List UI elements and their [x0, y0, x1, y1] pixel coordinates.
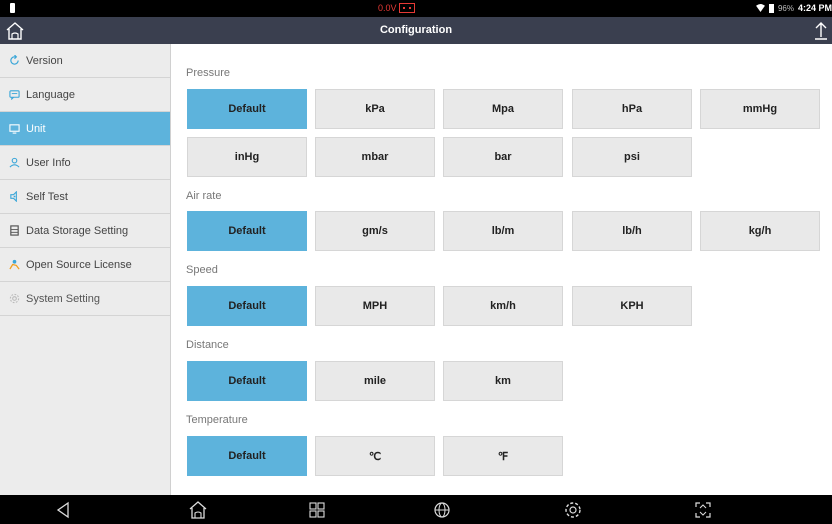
temperature-option-celsius[interactable]: ℃ [315, 436, 435, 476]
clock: 4:24 PM [797, 3, 832, 13]
sidebar-item-unit[interactable]: Unit [0, 112, 170, 146]
sidebar-item-label: User Info [26, 156, 71, 169]
sidebar-item-user-info[interactable]: User Info [0, 146, 170, 180]
screenshot-icon[interactable] [693, 500, 713, 520]
unit-settings-panel: Pressure Default kPa Mpa hPa mmHg inHg m… [171, 44, 832, 495]
status-bar: 0.0V 96% 4:24 PM [0, 0, 832, 17]
chat-icon [8, 89, 20, 101]
battery-percent: 96% [777, 3, 794, 13]
gear-icon [8, 293, 20, 305]
self-test-icon [8, 191, 20, 203]
air-rate-option-kgh[interactable]: kg/h [700, 211, 820, 251]
pressure-option-mmhg[interactable]: mmHg [700, 89, 820, 129]
sidebar-item-label: Version [26, 54, 63, 67]
license-icon [8, 259, 20, 271]
sidebar-item-system-setting[interactable]: System Setting [0, 282, 170, 316]
wifi-icon [756, 4, 765, 12]
distance-option-default[interactable]: Default [187, 361, 307, 401]
pressure-option-kpa[interactable]: kPa [315, 89, 435, 129]
sidebar-item-label: Open Source License [26, 258, 132, 271]
storage-icon [8, 225, 20, 237]
sidebar-item-language[interactable]: Language [0, 78, 170, 112]
temperature-option-fahrenheit[interactable]: ℉ [443, 436, 563, 476]
sidebar-item-label: System Setting [26, 292, 100, 305]
page-title: Configuration [379, 24, 453, 36]
notification-icon [10, 3, 15, 13]
recent-apps-icon[interactable] [307, 500, 327, 520]
pressure-option-hpa[interactable]: hPa [572, 89, 692, 129]
speed-option-kmh[interactable]: km/h [443, 286, 563, 326]
air-rate-option-gms[interactable]: gm/s [315, 211, 435, 251]
sidebar-item-data-storage[interactable]: Data Storage Setting [0, 214, 170, 248]
system-status: 96% 4:24 PM [756, 3, 832, 13]
pressure-option-default[interactable]: Default [187, 89, 307, 129]
air-rate-option-default[interactable]: Default [187, 211, 307, 251]
pressure-option-bar[interactable]: bar [443, 137, 563, 177]
distance-option-mile[interactable]: mile [315, 361, 435, 401]
temperature-option-default[interactable]: Default [187, 436, 307, 476]
sidebar-item-label: Unit [26, 122, 46, 135]
export-icon[interactable] [812, 21, 830, 41]
sidebar-item-self-test[interactable]: Self Test [0, 180, 170, 214]
temperature-label: Temperature [186, 414, 248, 426]
pressure-label: Pressure [186, 67, 231, 79]
sidebar-item-label: Self Test [26, 190, 68, 203]
pressure-option-mpa[interactable]: Mpa [443, 89, 563, 129]
back-icon[interactable] [53, 500, 73, 520]
voltage-indicator: 0.0V [378, 3, 415, 13]
home-nav-icon[interactable] [188, 500, 208, 520]
air-rate-option-lbm[interactable]: lb/m [443, 211, 563, 251]
speed-option-default[interactable]: Default [187, 286, 307, 326]
battery-icon [768, 3, 774, 13]
speed-option-mph[interactable]: MPH [315, 286, 435, 326]
air-rate-option-lbh[interactable]: lb/h [572, 211, 692, 251]
pressure-option-psi[interactable]: psi [572, 137, 692, 177]
sidebar-item-label: Language [26, 88, 75, 101]
monitor-icon [8, 123, 20, 135]
vehicle-battery-icon [398, 3, 415, 13]
sidebar-item-label: Data Storage Setting [26, 224, 129, 237]
distance-label: Distance [186, 339, 229, 351]
settings-nav-icon[interactable] [563, 500, 583, 520]
speed-label: Speed [186, 264, 218, 276]
user-icon [8, 157, 20, 169]
browser-icon[interactable] [432, 500, 452, 520]
voltage-value: 0.0V [378, 3, 397, 13]
title-bar: Configuration [0, 17, 832, 44]
sidebar-item-open-source-license[interactable]: Open Source License [0, 248, 170, 282]
distance-option-km[interactable]: km [443, 361, 563, 401]
sidebar-item-version[interactable]: Version [0, 44, 170, 78]
refresh-icon [8, 55, 20, 67]
navigation-bar [0, 495, 832, 524]
pressure-option-inhg[interactable]: inHg [187, 137, 307, 177]
speed-option-kph[interactable]: KPH [572, 286, 692, 326]
pressure-option-mbar[interactable]: mbar [315, 137, 435, 177]
air-rate-label: Air rate [186, 190, 222, 202]
sidebar: Version Language Unit User Info Self Tes… [0, 44, 171, 495]
